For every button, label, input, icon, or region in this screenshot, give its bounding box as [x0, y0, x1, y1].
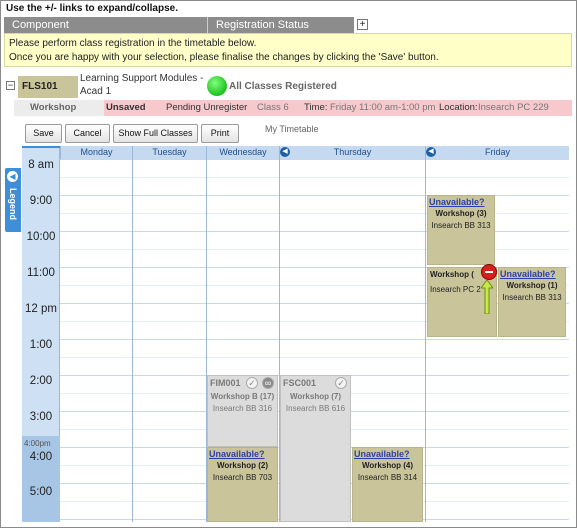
notice-line-2: Once you are happy with your selection, … — [9, 52, 439, 63]
instruction-notice: Please perform class registration in the… — [4, 33, 572, 67]
status-time-label: Time: — [304, 102, 328, 113]
class-block-thursday-fsc001[interactable]: FSC001 ✓ Workshop (7) Insearch BB 616 — [280, 375, 351, 522]
course-code: FLS101 — [18, 76, 78, 98]
time-label-11: 11:00 — [27, 267, 55, 279]
my-timetable-label: My Timetable — [265, 124, 319, 134]
day-header-friday: Friday — [425, 146, 569, 159]
class-block-thursday-workshop-4[interactable]: Unavailable? Workshop (4) Insearch BB 31… — [352, 447, 423, 522]
show-full-classes-button[interactable]: Show Full Classes — [113, 124, 198, 143]
time-label-5: 5:00 — [29, 486, 53, 498]
course-title-line-2: Acad 1 — [80, 86, 112, 97]
time-label-12pm: 12 pm — [25, 303, 57, 315]
unregister-icon[interactable] — [481, 264, 497, 280]
class-block-wednesday-fim001[interactable]: FIM001 ✓ ∞ Workshop B (17) Insearch BB 3… — [207, 375, 278, 447]
save-button[interactable]: Save — [25, 124, 62, 143]
class-location: Insearch BB 616 — [285, 404, 346, 413]
unavailable-link[interactable]: Unavailable? — [499, 268, 565, 279]
day-header-monday: Monday — [60, 146, 132, 159]
unavailable-link[interactable]: Unavailable? — [353, 448, 422, 459]
registration-status-column-header: Registration Status — [207, 17, 354, 33]
print-button[interactable]: Print — [201, 124, 239, 143]
class-location: Insearch BB 316 — [212, 404, 273, 413]
day-header-wednesday: Wednesday — [206, 146, 279, 159]
time-label-9: 9:00 — [29, 195, 53, 207]
day-header-thursday: Thursday — [279, 146, 425, 159]
status-class: Class 6 — [257, 102, 289, 113]
class-name: Workshop (1) — [506, 281, 558, 290]
unavailable-link[interactable]: Unavailable? — [428, 196, 494, 207]
class-name: Workshop (2) — [217, 461, 268, 470]
time-label-10: 10:00 — [26, 231, 56, 243]
cancel-button[interactable]: Cancel — [65, 124, 110, 143]
pending-change-bar: Workshop Unsaved Pending Unregister Clas… — [14, 100, 572, 116]
status-time: Friday 11:00 am-1:00 pm — [330, 102, 436, 113]
time-label-2: 2:00 — [29, 375, 53, 387]
unavailable-link[interactable]: Unavailable? — [208, 448, 277, 459]
check-icon: ✓ — [335, 377, 347, 389]
legend-expand-icon: ◀ — [7, 171, 18, 182]
class-location: Insearch BB 314 — [357, 473, 418, 482]
course-title: Learning Support Modules - Acad 1 — [80, 72, 203, 98]
pm-marker: 4:00pm — [24, 439, 51, 448]
notice-line-1: Please perform class registration in the… — [9, 38, 257, 49]
time-label-4: 4:00 — [29, 451, 53, 463]
class-code: FSC001 — [283, 378, 317, 388]
class-location: Insearch BB 703 — [212, 473, 273, 482]
status-action: Pending Unregister — [166, 102, 248, 113]
time-label-1: 1:00 — [29, 339, 53, 351]
class-location: Insearch BB 313 — [502, 293, 562, 302]
registration-status-text: All Classes Registered — [229, 81, 337, 92]
pm-band — [22, 436, 60, 522]
previous-day-icon[interactable]: ◀ — [426, 147, 436, 157]
timetable-grid: Monday Tuesday Wednesday Thursday Friday… — [22, 146, 569, 522]
course-row: − FLS101 Learning Support Modules - Acad… — [4, 72, 572, 98]
class-name: Workshop (7) — [290, 392, 341, 401]
previous-week-icon[interactable]: ◀ — [280, 147, 290, 157]
course-title-line-1: Learning Support Modules - — [80, 73, 204, 84]
status-component: Workshop — [14, 100, 104, 116]
time-label-3: 3:00 — [29, 411, 53, 423]
expand-collapse-hint: Use the +/- links to expand/collapse. — [6, 3, 178, 14]
time-label-8am: 8 am — [28, 159, 54, 171]
status-location-label: Location: — [439, 102, 478, 113]
class-block-friday-workshop-1[interactable]: Unavailable? Workshop (1) Insearch BB 31… — [498, 267, 566, 337]
collapse-course-button[interactable]: − — [6, 81, 15, 90]
class-name: Workshop (3) — [435, 209, 487, 218]
class-code: FIM001 — [210, 378, 241, 388]
up-arrow-icon — [481, 280, 493, 314]
class-name: Workshop B (17) — [210, 392, 275, 401]
check-icon: ✓ — [246, 377, 258, 389]
legend-tab[interactable]: ◀ Legend — [5, 168, 21, 232]
expand-all-button[interactable]: + — [357, 19, 368, 30]
link-icon[interactable]: ∞ — [262, 377, 274, 389]
registered-status-icon — [207, 76, 227, 96]
component-column-header: Component — [4, 17, 207, 33]
class-block-friday-workshop-3[interactable]: Unavailable? Workshop (3) Insearch BB 31… — [427, 195, 495, 265]
class-name: Workshop (4) — [362, 461, 413, 470]
class-block-wednesday-workshop-2[interactable]: Unavailable? Workshop (2) Insearch BB 70… — [207, 447, 278, 522]
day-header-tuesday: Tuesday — [132, 146, 206, 159]
class-location: Insearch BB 313 — [431, 221, 491, 230]
status-location: Insearch PC 229 — [478, 102, 549, 113]
status-state: Unsaved — [106, 102, 146, 113]
legend-label: Legend — [8, 188, 18, 221]
